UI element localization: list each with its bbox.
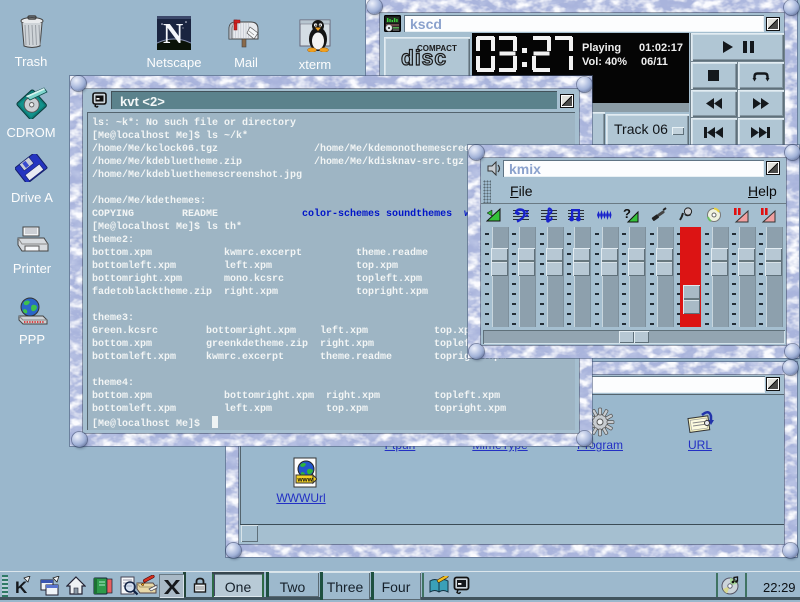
svg-text:N: N [163, 19, 183, 50]
svg-text:K: K [15, 578, 28, 596]
svg-text:?: ? [623, 207, 631, 221]
svg-text:www: www [297, 477, 314, 484]
